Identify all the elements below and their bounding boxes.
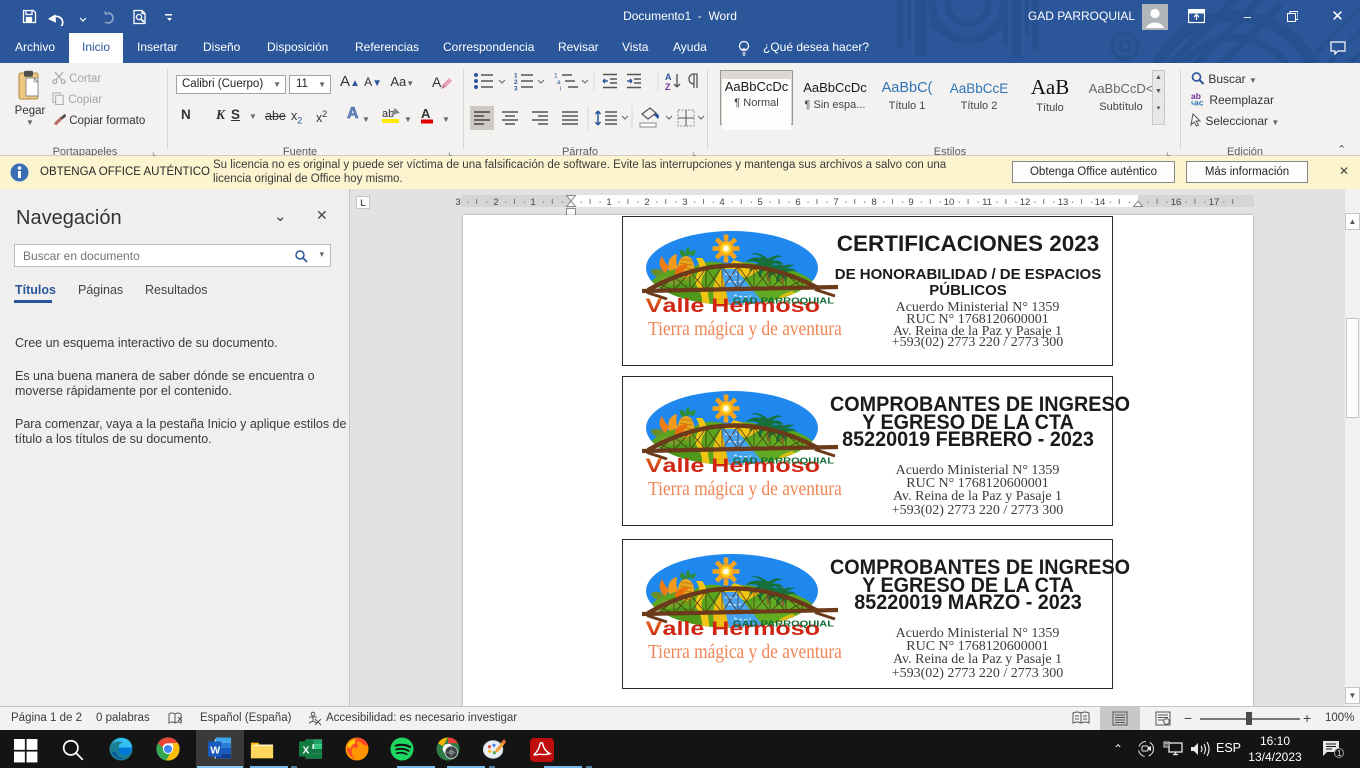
svg-text:6: 6: [795, 197, 800, 208]
svg-text:17: 17: [1209, 197, 1220, 208]
svg-text:1: 1: [530, 197, 535, 208]
svg-text:X: X: [302, 744, 309, 756]
svg-text:W: W: [210, 744, 220, 756]
svg-text:3: 3: [514, 86, 518, 92]
svg-text:A: A: [432, 74, 442, 90]
svg-text:7: 7: [833, 197, 838, 208]
svg-text:4: 4: [719, 197, 724, 208]
svg-text:11: 11: [982, 197, 992, 208]
svg-text:3: 3: [455, 197, 460, 208]
svg-text:13: 13: [1058, 197, 1069, 208]
svg-text:i: i: [560, 86, 561, 92]
svg-text:12: 12: [1020, 197, 1031, 208]
svg-text:16: 16: [1171, 197, 1182, 208]
svg-text:8: 8: [871, 197, 876, 208]
svg-text:A: A: [665, 72, 672, 82]
svg-text:1: 1: [606, 197, 611, 208]
svg-text:2: 2: [493, 197, 498, 208]
svg-text:Z: Z: [665, 82, 671, 91]
svg-text:3: 3: [682, 197, 687, 208]
svg-text:ac: ac: [1194, 98, 1204, 107]
svg-text:10: 10: [944, 197, 955, 208]
svg-text:5: 5: [757, 197, 762, 208]
svg-text:2: 2: [644, 197, 649, 208]
svg-text:1: 1: [1337, 749, 1342, 758]
svg-text:A: A: [421, 106, 431, 121]
svg-text:14: 14: [1095, 197, 1106, 208]
svg-text:9: 9: [908, 197, 913, 208]
